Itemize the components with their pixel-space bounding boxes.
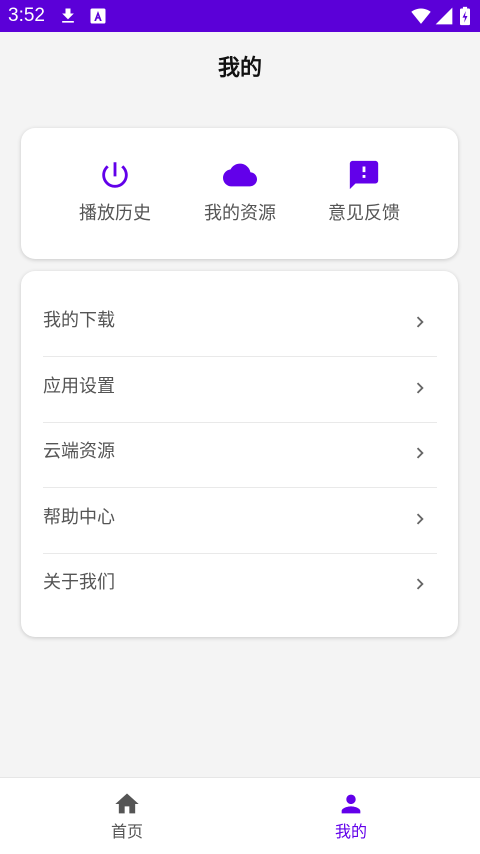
menu-card: 我的下载 应用设置 云端资源 帮助中心 关于我们	[21, 271, 458, 637]
menu-item-about-us[interactable]: 关于我们	[43, 553, 437, 618]
power-icon	[98, 158, 132, 192]
home-icon	[113, 790, 141, 818]
quick-action-my-resources[interactable]: 我的资源	[170, 158, 310, 238]
signal-icon	[434, 6, 454, 26]
quick-action-play-history[interactable]: 播放历史	[45, 158, 185, 238]
menu-item-my-downloads[interactable]: 我的下载	[43, 291, 437, 357]
chevron-right-icon	[409, 442, 431, 464]
menu-item-label: 云端资源	[43, 441, 115, 462]
battery-charging-icon	[458, 6, 472, 26]
status-bar: 3:52	[0, 0, 480, 32]
feedback-icon	[347, 158, 381, 192]
page-title: 我的	[217, 56, 262, 81]
chevron-right-icon	[409, 573, 431, 595]
nav-item-label: 首页	[110, 822, 143, 841]
nav-item-mine[interactable]: 我的	[291, 790, 411, 846]
menu-item-cloud-resources[interactable]: 云端资源	[43, 422, 437, 488]
chevron-right-icon	[409, 508, 431, 530]
person-icon	[337, 790, 365, 818]
menu-item-app-settings[interactable]: 应用设置	[43, 357, 437, 423]
chevron-right-icon	[409, 377, 431, 399]
quick-action-feedback[interactable]: 意见反馈	[294, 158, 434, 238]
menu-item-help-center[interactable]: 帮助中心	[43, 488, 437, 554]
menu-item-label: 关于我们	[43, 572, 115, 593]
status-time: 3:52	[8, 5, 45, 26]
menu-item-label: 我的下载	[43, 310, 115, 331]
quick-action-label: 我的资源	[204, 203, 276, 224]
chevron-right-icon	[409, 311, 431, 333]
cloud-icon	[223, 158, 257, 192]
quick-actions-card: 播放历史 我的资源 意见反馈	[21, 128, 458, 259]
app-notification-icon	[88, 6, 108, 26]
nav-item-home[interactable]: 首页	[67, 790, 187, 846]
bottom-nav: 首页 我的	[0, 777, 480, 854]
menu-item-label: 应用设置	[43, 376, 115, 397]
nav-item-label: 我的	[334, 822, 367, 841]
download-icon	[58, 6, 78, 26]
quick-action-label: 意见反馈	[328, 203, 400, 224]
wifi-icon	[410, 6, 432, 26]
quick-action-label: 播放历史	[79, 203, 151, 224]
menu-item-label: 帮助中心	[43, 507, 115, 528]
